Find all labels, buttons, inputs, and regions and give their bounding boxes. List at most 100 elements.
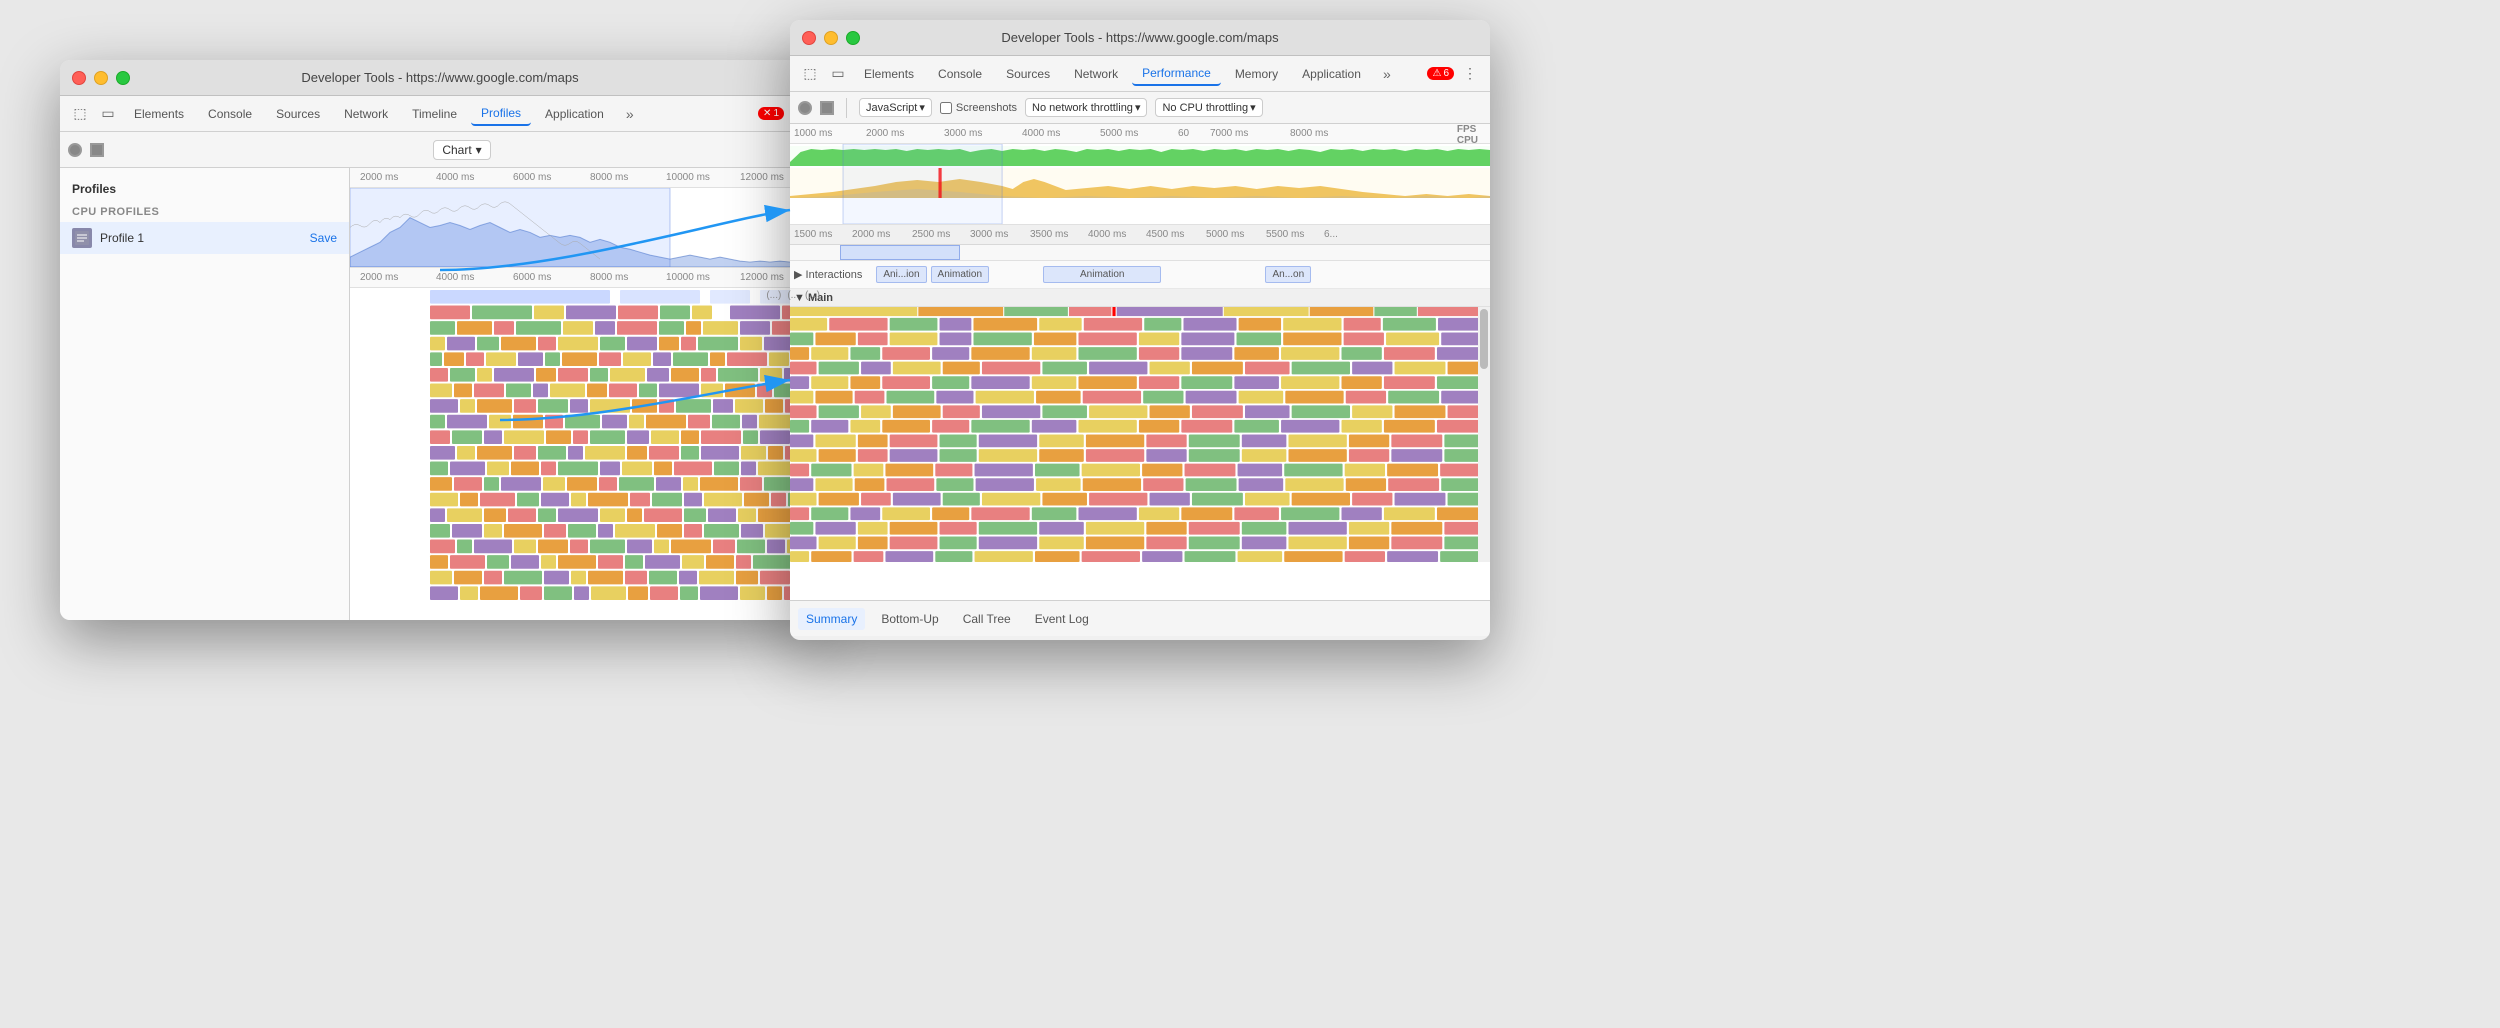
right-ruler2-tick-6: 4500 ms — [1146, 229, 1184, 240]
left-devtools-window: Developer Tools - https://www.google.com… — [60, 60, 820, 620]
sidebar-header: Profiles — [60, 176, 349, 202]
right-ruler-tick-7: 8000 ms — [1290, 128, 1328, 139]
right-warning-badge: ⚠6 — [1427, 67, 1454, 80]
right-minimize-button[interactable] — [824, 31, 838, 45]
right-ruler-tick-6: 7000 ms — [1210, 128, 1248, 139]
scrollbar-thumb[interactable] — [1480, 309, 1488, 369]
right-traffic-lights — [802, 31, 860, 45]
ruler2-tick-2: 4000 ms — [436, 272, 474, 283]
more-tabs-icon[interactable]: » — [618, 102, 642, 126]
tab-profiles[interactable]: Profiles — [471, 102, 531, 126]
right-record-button[interactable] — [798, 101, 812, 115]
anim-bar-2[interactable]: Animation — [931, 266, 989, 283]
network-throttle-arrow: ▾ — [1135, 101, 1141, 114]
right-title-bar: Developer Tools - https://www.google.com… — [790, 20, 1490, 56]
left-maximize-button[interactable] — [116, 71, 130, 85]
stop-button[interactable] — [90, 143, 104, 157]
tab-elements[interactable]: Elements — [124, 103, 194, 125]
right-tab-console[interactable]: Console — [928, 63, 992, 85]
left-traffic-lights — [72, 71, 130, 85]
ruler-tick-6: 12000 ms — [740, 172, 784, 183]
right-cursor-icon[interactable]: ⬚ — [798, 62, 822, 86]
profile-name: Profile 1 — [100, 231, 302, 245]
tab-timeline[interactable]: Timeline — [402, 103, 467, 125]
js-label: JavaScript — [866, 102, 917, 114]
right-tab-sources[interactable]: Sources — [996, 63, 1060, 85]
cpu-throttle-dropdown[interactable]: No CPU throttling ▾ — [1155, 98, 1262, 117]
tab-summary[interactable]: Summary — [798, 608, 865, 630]
tab-call-tree[interactable]: Call Tree — [955, 608, 1019, 630]
screenshots-check[interactable] — [940, 102, 952, 114]
selection-range[interactable] — [840, 245, 960, 260]
ruler-tick-2: 4000 ms — [436, 172, 474, 183]
selection-bar[interactable] — [790, 245, 1490, 261]
ruler-tick-1: 2000 ms — [360, 172, 398, 183]
left-close-button[interactable] — [72, 71, 86, 85]
flame-label-2: (... — [787, 290, 799, 301]
interactions-label: ▶ Interactions — [794, 268, 862, 281]
chart-selector[interactable]: Chart ▾ — [433, 140, 490, 160]
right-stop-button[interactable] — [820, 101, 834, 115]
right-ruler2-tick-3: 3000 ms — [970, 229, 1008, 240]
save-button[interactable]: Save — [310, 231, 337, 245]
profile-1-item[interactable]: Profile 1 Save — [60, 222, 349, 254]
right-devtools-window: Developer Tools - https://www.google.com… — [790, 20, 1490, 640]
right-tab-memory[interactable]: Memory — [1225, 63, 1288, 85]
timeline-section[interactable]: 1500 ms 2000 ms 2500 ms 3000 ms 3500 ms … — [790, 225, 1490, 600]
left-minimize-button[interactable] — [94, 71, 108, 85]
js-dropdown[interactable]: JavaScript ▾ — [859, 98, 932, 117]
right-ruler2: 1500 ms 2000 ms 2500 ms 3000 ms 3500 ms … — [790, 225, 1490, 245]
tab-network[interactable]: Network — [334, 103, 398, 125]
anim-bar-4[interactable]: An...on — [1265, 266, 1311, 283]
left-ruler: 2000 ms 4000 ms 6000 ms 8000 ms 10000 ms… — [350, 168, 820, 188]
right-close-button[interactable] — [802, 31, 816, 45]
right-maximize-button[interactable] — [846, 31, 860, 45]
right-ruler2-tick-0: 1500 ms — [794, 229, 832, 240]
cpu-throttle-label: No CPU throttling — [1162, 102, 1248, 114]
flame-label-1: (...) — [766, 290, 781, 301]
perf-content: 1000 ms 2000 ms 3000 ms 4000 ms 5000 ms … — [790, 124, 1490, 600]
left-secondary-toolbar: Chart ▾ — [60, 132, 820, 168]
right-menu-icon[interactable]: ⋮ — [1458, 62, 1482, 86]
right-tab-elements[interactable]: Elements — [854, 63, 924, 85]
main-flame-svg — [790, 307, 1490, 562]
flame-chart-area: (...) (... (...) — [350, 288, 820, 600]
right-tab-performance[interactable]: Performance — [1132, 62, 1221, 86]
screenshots-label: Screenshots — [956, 102, 1017, 114]
right-ruler2-tick-1: 2000 ms — [852, 229, 890, 240]
ruler-tick-3: 6000 ms — [513, 172, 551, 183]
right-main-toolbar: ⬚ ▭ Elements Console Sources Network Per… — [790, 56, 1490, 92]
cursor-icon[interactable]: ⬚ — [68, 102, 92, 126]
right-ruler-tick-4: 5000 ms — [1100, 128, 1138, 139]
tab-console[interactable]: Console — [198, 103, 262, 125]
right-ruler2-tick-8: 5500 ms — [1266, 229, 1304, 240]
flame-label-3: (...) — [805, 290, 820, 301]
timeline-scrollbar[interactable] — [1478, 307, 1490, 562]
ruler2-tick-5: 10000 ms — [666, 272, 710, 283]
right-mobile-icon[interactable]: ▭ — [826, 62, 850, 86]
flame-labels: (...) (... (...) — [766, 290, 820, 301]
flame-chart-svg — [350, 288, 820, 600]
tab-sources[interactable]: Sources — [266, 103, 330, 125]
anim-bar-1[interactable]: Ani...ion — [876, 266, 926, 283]
left-title-bar: Developer Tools - https://www.google.com… — [60, 60, 820, 96]
left-ruler2: 2000 ms 4000 ms 6000 ms 8000 ms 10000 ms… — [350, 268, 820, 288]
right-more-tabs-icon[interactable]: » — [1375, 62, 1399, 86]
right-window-title: Developer Tools - https://www.google.com… — [1001, 30, 1278, 45]
mobile-icon[interactable]: ▭ — [96, 102, 120, 126]
screenshots-checkbox[interactable]: Screenshots — [940, 102, 1017, 114]
right-secondary-toolbar: JavaScript ▾ Screenshots No network thro… — [790, 92, 1490, 124]
tab-event-log[interactable]: Event Log — [1027, 608, 1097, 630]
network-throttle-dropdown[interactable]: No network throttling ▾ — [1025, 98, 1147, 117]
cpu-profiles-label: CPU PROFILES — [60, 202, 349, 222]
right-ruler-tick-3: 4000 ms — [1022, 128, 1060, 139]
left-chart-area: 2000 ms 4000 ms 6000 ms 8000 ms 10000 ms… — [350, 168, 820, 620]
tab-bottom-up[interactable]: Bottom-Up — [873, 608, 946, 630]
tab-application[interactable]: Application — [535, 103, 614, 125]
anim-bar-3[interactable]: Animation — [1043, 266, 1161, 283]
right-tab-network[interactable]: Network — [1064, 63, 1128, 85]
cpu-throttle-arrow: ▾ — [1250, 101, 1256, 114]
right-tab-application[interactable]: Application — [1292, 63, 1371, 85]
record-button[interactable] — [68, 143, 82, 157]
left-content-area: Profiles CPU PROFILES Profile 1 Save — [60, 168, 820, 620]
